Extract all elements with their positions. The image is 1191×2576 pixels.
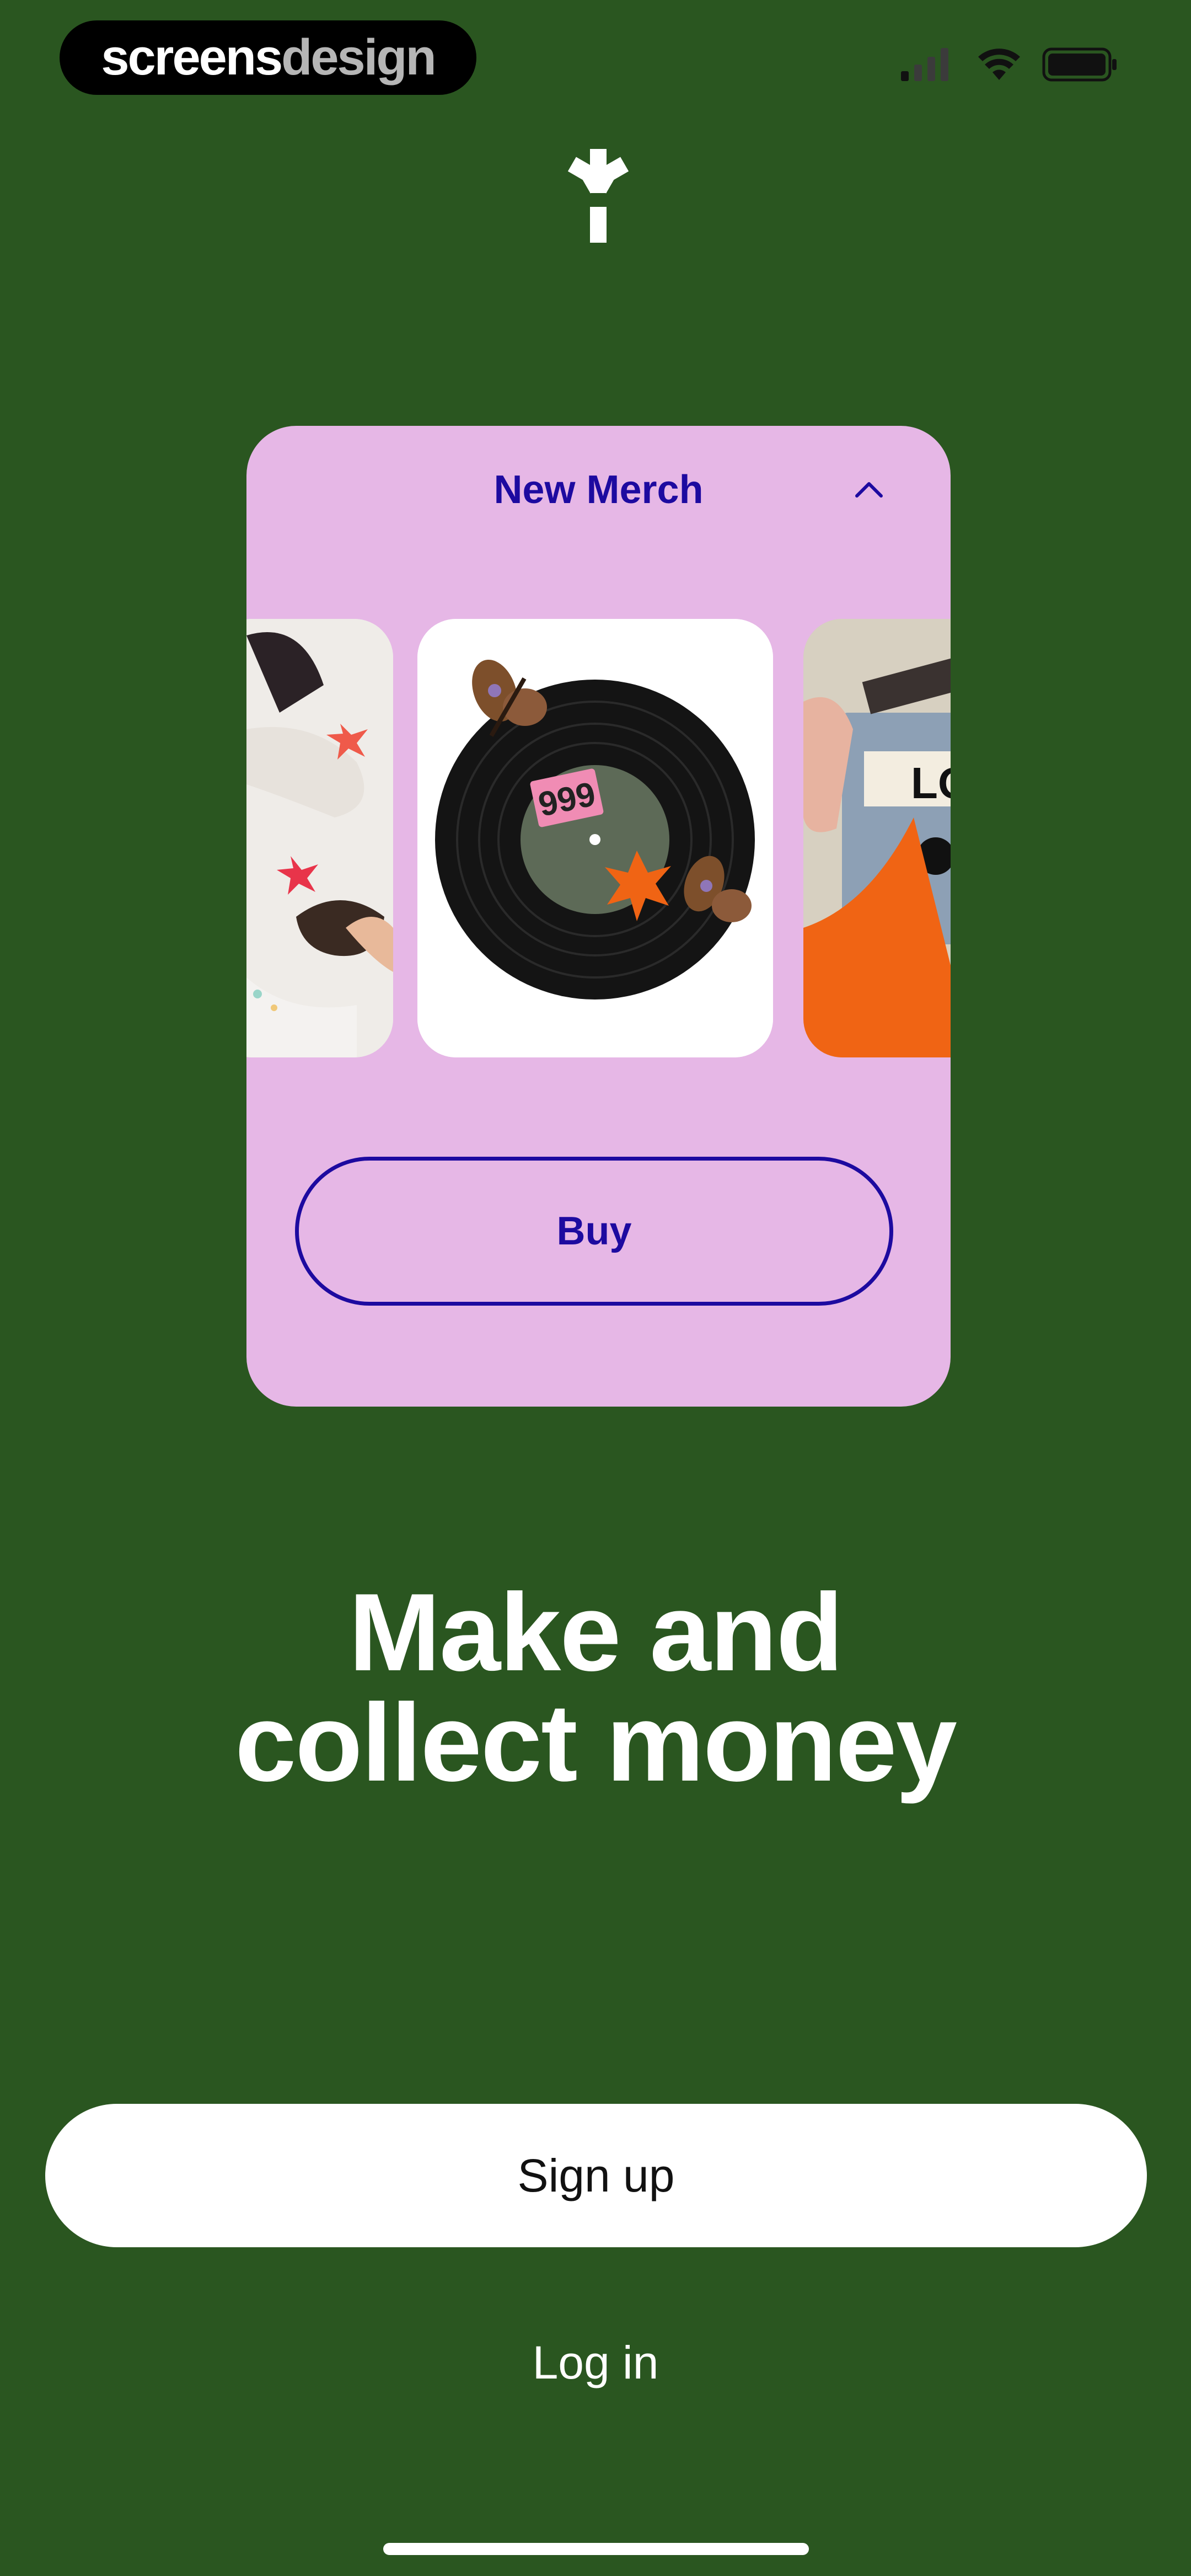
asterisk-logo-icon xyxy=(567,149,629,243)
vinyl-record-thumbnail[interactable]: 999 xyxy=(417,619,773,1057)
watermark-part1: screens xyxy=(101,29,283,85)
wifi-icon xyxy=(978,49,1020,80)
screensdesign-watermark: screens design xyxy=(60,20,476,95)
cellular-signal-icon xyxy=(901,48,948,81)
chevron-up-icon[interactable] xyxy=(852,473,886,506)
watermark-part2: design xyxy=(281,29,436,85)
page-headline: Make and collect money xyxy=(0,1578,1191,1798)
svg-text:LO: LO xyxy=(911,758,951,808)
status-bar xyxy=(901,47,1119,82)
buy-button[interactable]: Buy xyxy=(295,1157,893,1306)
battery-icon xyxy=(1042,47,1117,82)
sign-up-button[interactable]: Sign up xyxy=(45,2104,1147,2247)
person-sleeping-thumbnail[interactable] xyxy=(246,619,393,1057)
new-merch-card: New Merch 999 L Buy xyxy=(246,426,951,1407)
cassette-tape-thumbnail[interactable]: LO xyxy=(803,619,951,1057)
headline-line1: Make and xyxy=(348,1571,843,1694)
card-title: New Merch xyxy=(493,468,704,512)
home-indicator[interactable] xyxy=(383,2543,809,2555)
headline-line2: collect money xyxy=(235,1681,957,1804)
log-in-link[interactable]: Log in xyxy=(0,2336,1191,2390)
